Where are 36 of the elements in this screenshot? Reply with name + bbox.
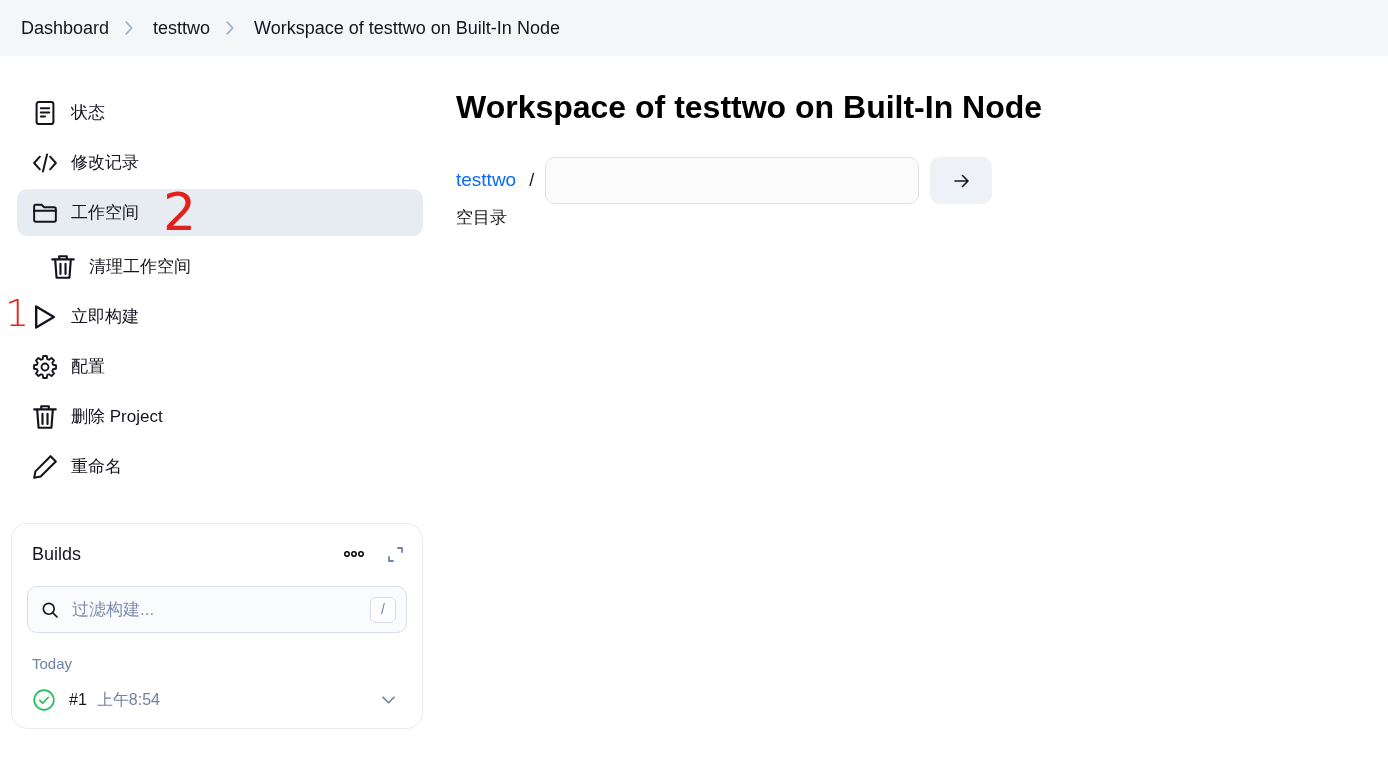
- build-link[interactable]: #1: [69, 687, 87, 712]
- sidebar-item[interactable]: 配置: [17, 343, 423, 390]
- filter-input[interactable]: 过滤构建...: [70, 595, 358, 624]
- more-icon: [344, 551, 364, 557]
- sidebar-item[interactable]: 重命名: [17, 443, 423, 490]
- sidebar-item[interactable]: 清理工作空间: [17, 243, 423, 290]
- sidebar-item[interactable]: 删除 Project: [17, 393, 423, 440]
- page-title: Workspace of testtwo on Built-In Node: [456, 88, 1044, 126]
- search-icon: [42, 601, 58, 618]
- sidebar-item[interactable]: 状态: [17, 89, 423, 136]
- arrow-right-icon: [953, 173, 969, 188]
- path-separator: /: [529, 169, 535, 192]
- breadcrumb-link[interactable]: testtwo: [153, 14, 211, 42]
- shortcut-key: /: [370, 596, 396, 623]
- sidebar-item[interactable]: 修改记录: [17, 139, 423, 186]
- group-label: Today: [31, 654, 74, 674]
- chevron-right-icon: [125, 21, 134, 35]
- trash-icon: [33, 404, 57, 429]
- chevron-down-icon: [382, 695, 395, 704]
- settings-icon: [33, 354, 57, 379]
- play-icon: [33, 304, 57, 329]
- handwritten-number: 2: [163, 186, 197, 238]
- document-icon: [33, 100, 57, 125]
- filter-field[interactable]: 过滤构建... /: [27, 586, 407, 633]
- card-title: Builds: [32, 542, 82, 566]
- path-link[interactable]: testtwo: [456, 166, 517, 195]
- trash-icon: [51, 254, 75, 279]
- empty-message: 空目录: [456, 207, 508, 229]
- breadcrumb-link[interactable]: Workspace of testtwo on Built-In Node: [254, 14, 560, 42]
- path-input[interactable]: [545, 157, 920, 204]
- expand-icon: [388, 546, 403, 562]
- handwritten-number: 1: [5, 294, 30, 332]
- chevron-right-icon: [226, 21, 235, 35]
- breadcrumb-link[interactable]: Dashboard: [21, 14, 110, 42]
- build-time: 上午8:54: [96, 689, 160, 710]
- pencil-icon: [33, 454, 57, 479]
